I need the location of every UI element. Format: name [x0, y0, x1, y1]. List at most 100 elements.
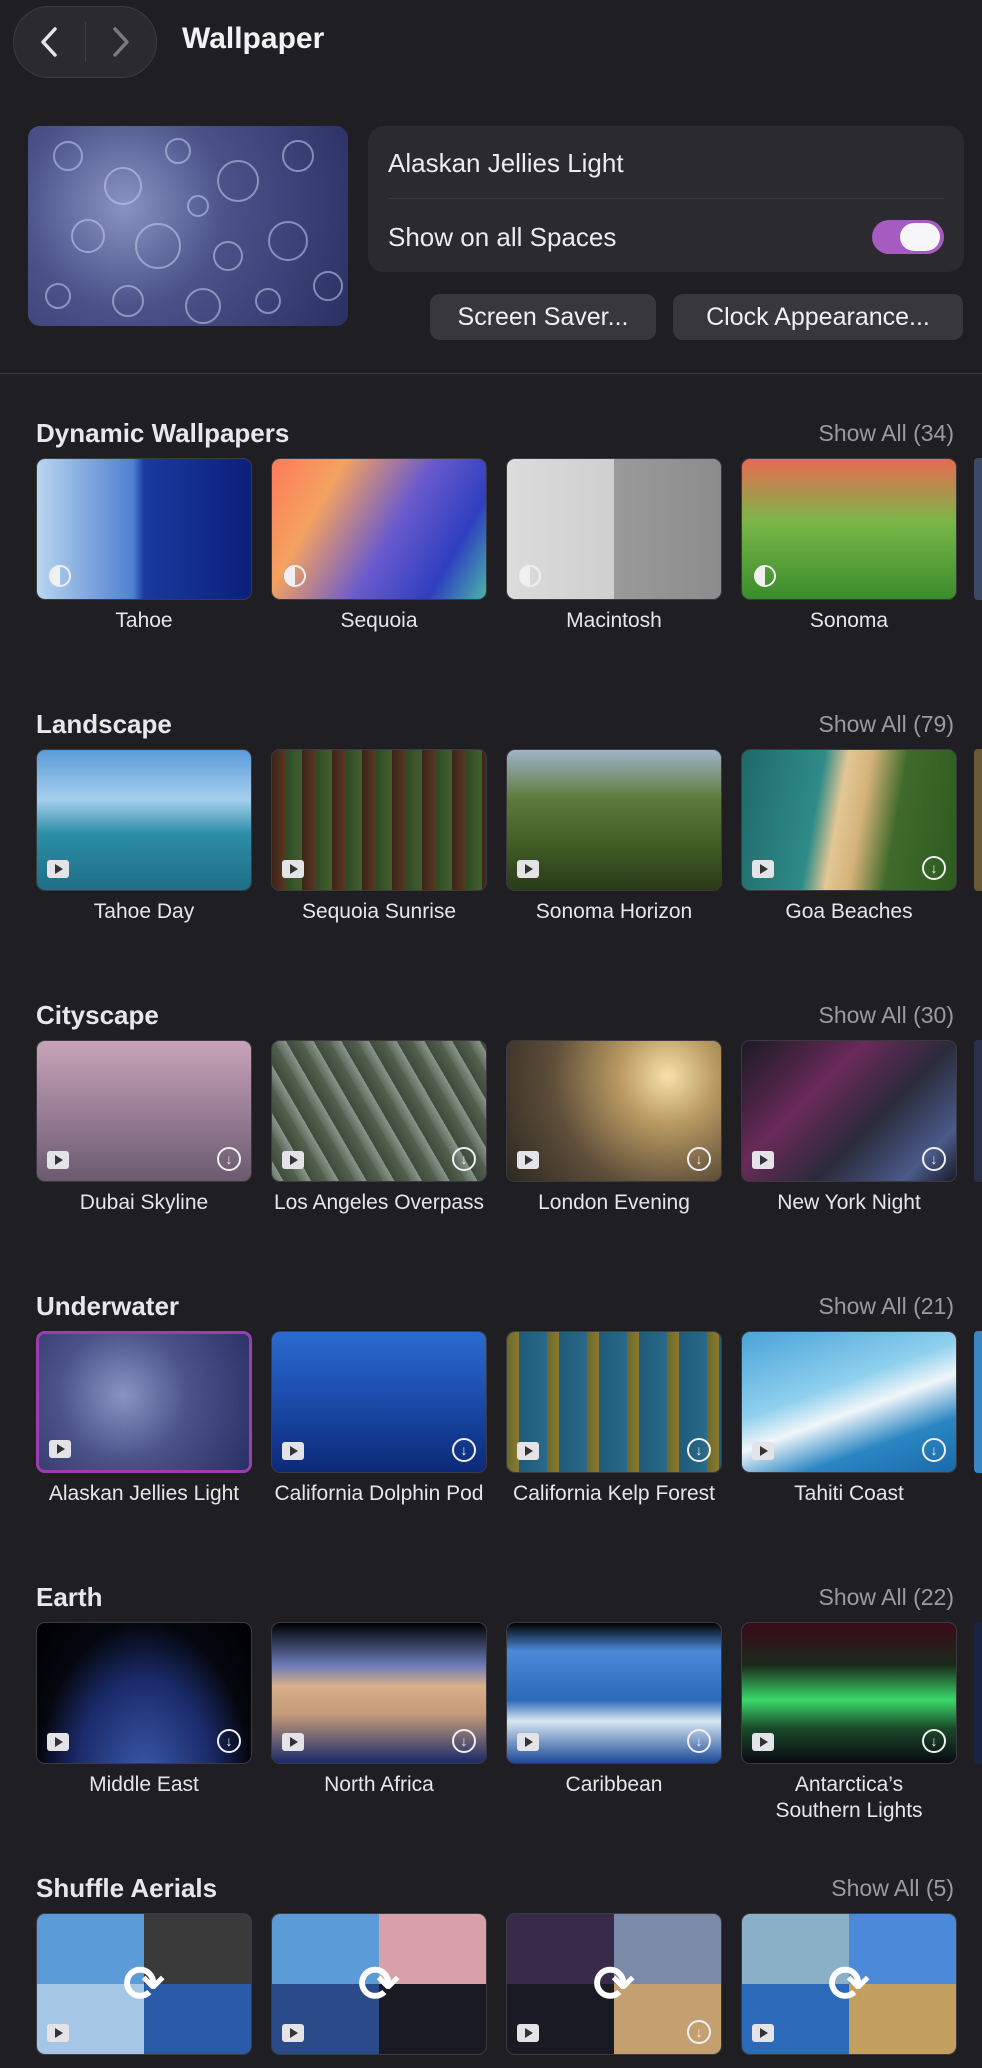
- download-icon[interactable]: ↓: [922, 1729, 946, 1753]
- wallpaper-label: Sonoma: [809, 609, 889, 632]
- wallpaper-thumbnail: ↓: [506, 1040, 722, 1182]
- download-icon[interactable]: ↓: [452, 1147, 476, 1171]
- wallpaper-thumbnail: ↓: [271, 1622, 487, 1764]
- wallpaper-tile[interactable]: ↓ California Kelp Forest: [506, 1331, 722, 1507]
- dynamic-icon: [519, 565, 541, 587]
- show-all-button[interactable]: Show All (21): [818, 1293, 954, 1320]
- dynamic-icon: [284, 565, 306, 587]
- toggle-knob: [900, 223, 940, 251]
- show-all-button[interactable]: Show All (34): [818, 420, 954, 447]
- video-icon: [752, 1733, 774, 1751]
- dynamic-icon: [49, 565, 71, 587]
- wallpaper-thumbnail: [506, 458, 722, 600]
- section-title: Underwater: [36, 1291, 180, 1321]
- clock-appearance-button[interactable]: Clock Appearance...: [673, 294, 963, 340]
- next-tile-edge: [974, 1622, 982, 1764]
- next-tile-edge: [974, 749, 982, 891]
- download-icon[interactable]: ↓: [687, 2020, 711, 2044]
- wallpaper-tile[interactable]: ↓ Los Angeles Overpass: [271, 1040, 487, 1216]
- wallpaper-tile[interactable]: ↓ Dubai Skyline: [36, 1040, 252, 1216]
- wallpaper-thumbnail: ↓: [271, 1040, 487, 1182]
- section-title: Landscape: [36, 709, 172, 739]
- wallpaper-tile[interactable]: ↓ North Africa: [271, 1622, 487, 1798]
- download-icon[interactable]: ↓: [452, 1438, 476, 1462]
- wallpaper-tile[interactable]: ↓ Antarctica’s Southern Lights: [741, 1622, 957, 1824]
- wallpaper-tile[interactable]: ↓ Goa Beaches: [741, 749, 957, 925]
- wallpaper-thumbnail: [36, 1331, 252, 1473]
- section-dynamic-wallpapers: Dynamic Wallpapers Show All (34) Tahoe S…: [0, 418, 982, 678]
- wallpaper-label: Sequoia: [340, 609, 418, 632]
- dynamic-icon: [754, 565, 776, 587]
- download-icon[interactable]: ↓: [687, 1147, 711, 1171]
- video-icon: [752, 860, 774, 878]
- download-icon[interactable]: ↓: [922, 1147, 946, 1171]
- wallpaper-thumbnail: [36, 749, 252, 891]
- download-icon[interactable]: ↓: [217, 1729, 241, 1753]
- title-bar: Wallpaper: [0, 0, 982, 84]
- wallpaper-label: North Africa: [324, 1773, 434, 1796]
- section-shuffle-aerials: Shuffle Aerials Show All (5) ⟳ ⟳ ⟳ ↓ ⟳: [0, 1873, 982, 2068]
- section-title: Cityscape: [36, 1000, 159, 1030]
- wallpaper-thumbnail: ↓: [741, 749, 957, 891]
- download-icon[interactable]: ↓: [922, 856, 946, 880]
- wallpaper-thumbnail: ↓: [741, 1331, 957, 1473]
- wallpaper-tile[interactable]: Sonoma Horizon: [506, 749, 722, 925]
- wallpaper-thumbnail: ↓: [36, 1040, 252, 1182]
- download-icon[interactable]: ↓: [452, 1729, 476, 1753]
- forward-button[interactable]: [86, 6, 157, 78]
- window-title: Wallpaper: [182, 22, 325, 55]
- wallpaper-tile[interactable]: Macintosh: [506, 458, 722, 634]
- chevron-left-icon: [41, 27, 57, 57]
- wallpaper-tile[interactable]: ↓ Caribbean: [506, 1622, 722, 1798]
- show-all-button[interactable]: Show All (79): [818, 711, 954, 738]
- wallpaper-tile[interactable]: ↓ New York Night: [741, 1040, 957, 1216]
- wallpaper-tile[interactable]: Tahoe Day: [36, 749, 252, 925]
- section-earth: Earth Show All (22) ↓ Middle East ↓ Nort…: [0, 1582, 982, 1842]
- back-button[interactable]: [14, 6, 85, 78]
- show-all-button[interactable]: Show All (5): [831, 1875, 954, 1902]
- shuffle-tile[interactable]: ⟳ ↓: [506, 1913, 722, 2063]
- wallpaper-tile[interactable]: ↓ California Dolphin Pod: [271, 1331, 487, 1507]
- shuffle-tile[interactable]: ⟳: [271, 1913, 487, 2063]
- current-wallpaper-preview: [28, 126, 348, 326]
- video-icon: [517, 1733, 539, 1751]
- wallpaper-label: Sequoia Sunrise: [301, 900, 457, 923]
- shuffle-tile[interactable]: ⟳: [741, 1913, 957, 2063]
- wallpaper-label: New York Night: [777, 1191, 921, 1214]
- screen-saver-button[interactable]: Screen Saver...: [430, 294, 656, 340]
- shuffle-icon: ⟳: [123, 1956, 165, 2012]
- download-icon[interactable]: ↓: [687, 1729, 711, 1753]
- section-divider: [0, 373, 982, 374]
- wallpaper-thumbnail: ↓: [741, 1622, 957, 1764]
- wallpaper-tile[interactable]: ↓ Tahiti Coast: [741, 1331, 957, 1507]
- wallpaper-tile[interactable]: ↓ Middle East: [36, 1622, 252, 1798]
- video-icon: [282, 1442, 304, 1460]
- wallpaper-tile[interactable]: ↓ London Evening: [506, 1040, 722, 1216]
- show-all-button[interactable]: Show All (30): [818, 1002, 954, 1029]
- video-icon: [517, 2024, 539, 2042]
- video-icon: [47, 1733, 69, 1751]
- wallpaper-tile-selected[interactable]: Alaskan Jellies Light: [36, 1331, 252, 1507]
- shuffle-tile[interactable]: ⟳: [36, 1913, 252, 2063]
- wallpaper-label: Middle East: [89, 1773, 199, 1796]
- wallpaper-thumbnail: [271, 749, 487, 891]
- wallpaper-tile[interactable]: Sonoma: [741, 458, 957, 634]
- video-icon: [47, 2024, 69, 2042]
- wallpaper-tile[interactable]: Sequoia Sunrise: [271, 749, 487, 925]
- wallpaper-tile[interactable]: Sequoia: [271, 458, 487, 634]
- wallpaper-label: Alaskan Jellies Light: [48, 1482, 240, 1505]
- show-all-button[interactable]: Show All (22): [818, 1584, 954, 1611]
- video-icon: [282, 1151, 304, 1169]
- download-icon[interactable]: ↓: [922, 1438, 946, 1462]
- show-on-all-spaces-toggle[interactable]: [872, 220, 944, 254]
- next-tile-edge: [974, 1331, 982, 1473]
- video-icon: [752, 1151, 774, 1169]
- download-icon[interactable]: ↓: [687, 1438, 711, 1462]
- wallpaper-tile[interactable]: Tahoe: [36, 458, 252, 634]
- video-icon: [517, 1442, 539, 1460]
- wallpaper-thumbnail: ⟳ ↓: [506, 1913, 722, 2055]
- wallpaper-thumbnail: [36, 458, 252, 600]
- download-icon[interactable]: ↓: [217, 1147, 241, 1171]
- section-title: Dynamic Wallpapers: [36, 418, 290, 448]
- wallpaper-label: Macintosh: [566, 609, 662, 632]
